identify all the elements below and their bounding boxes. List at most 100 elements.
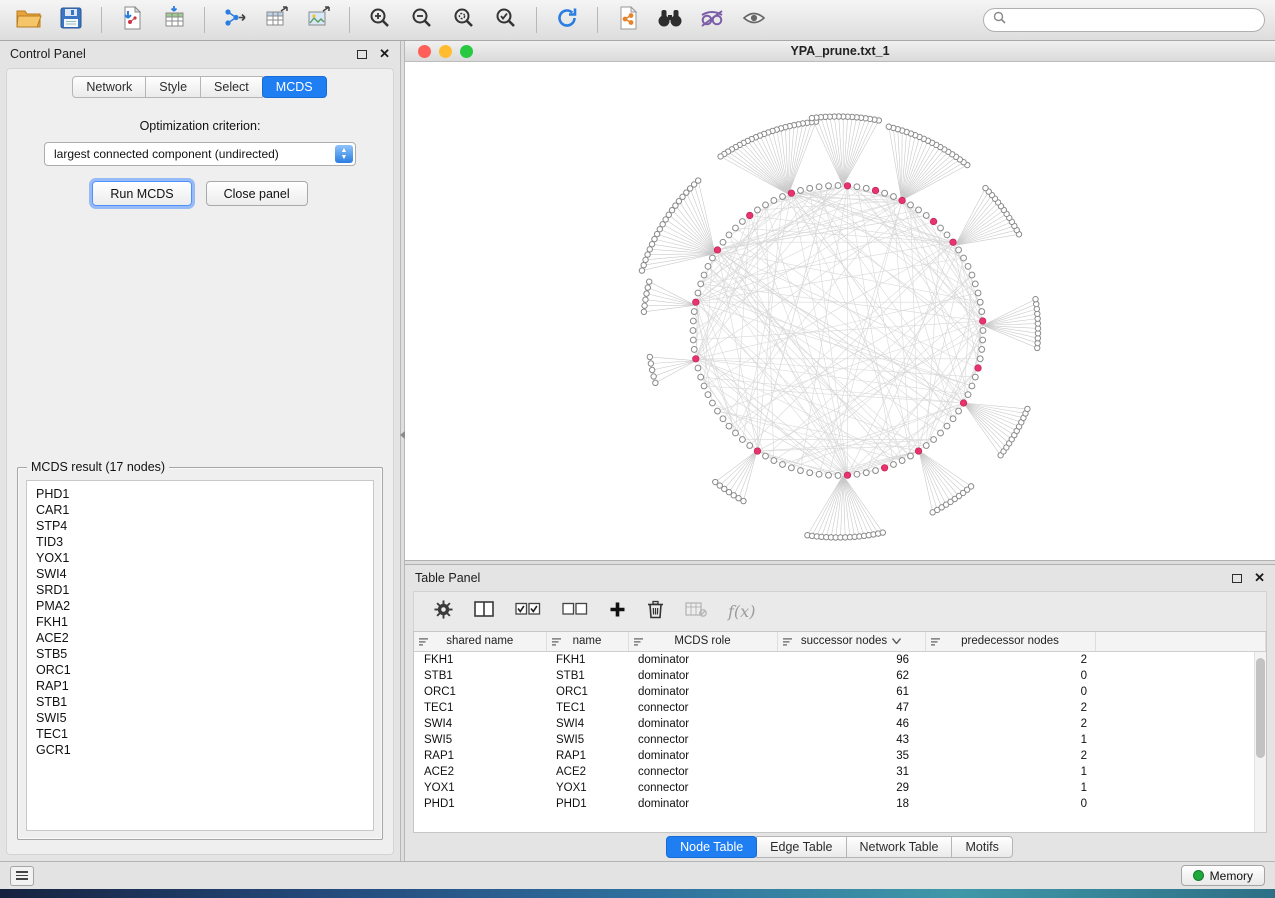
import-table-button[interactable]: [155, 4, 193, 36]
share-document-icon: [616, 6, 640, 35]
zoom-in-button[interactable]: [361, 4, 399, 36]
close-panel-icon[interactable]: ✕: [379, 49, 390, 59]
mcds-result-item[interactable]: GCR1: [36, 742, 364, 758]
open-session-button[interactable]: [10, 4, 48, 36]
table-panel-titlebar: Table Panel ✕: [405, 565, 1275, 591]
export-table-icon: [265, 6, 289, 35]
split-columns-icon[interactable]: [474, 601, 494, 622]
sort-icon: [634, 637, 644, 650]
sort-icon: [552, 637, 562, 650]
network-search-field[interactable]: [983, 8, 1265, 32]
splitter-collapse-icon[interactable]: [400, 431, 405, 439]
mcds-result-item[interactable]: PMA2: [36, 598, 364, 614]
export-image-button[interactable]: [300, 4, 338, 36]
mcds-result-item[interactable]: TEC1: [36, 726, 364, 742]
table-row[interactable]: ORC1ORC1dominator610: [414, 684, 1266, 700]
control-panel-titlebar: Control Panel ✕: [0, 41, 400, 67]
mcds-result-item[interactable]: SRD1: [36, 582, 364, 598]
column-header-successor-nodes[interactable]: successor nodes: [777, 632, 925, 651]
save-session-button[interactable]: [52, 4, 90, 36]
share-document-button[interactable]: [609, 4, 647, 36]
control-panel: Control Panel ✕ Network Style Select MCD…: [0, 41, 400, 861]
optimization-criterion-label: Optimization criterion:: [7, 119, 393, 133]
status-menu-button[interactable]: [10, 866, 34, 886]
show-details-button[interactable]: [735, 4, 773, 36]
tab-select[interactable]: Select: [200, 76, 263, 98]
network-canvas[interactable]: [405, 62, 1275, 560]
toolbar-separator: [536, 7, 537, 33]
export-network-button[interactable]: [216, 4, 254, 36]
table-row[interactable]: SWI4SWI4dominator462: [414, 716, 1266, 732]
tab-motifs[interactable]: Motifs: [951, 836, 1012, 858]
sort-desc-chevron-icon: [892, 635, 901, 647]
vertical-splitter[interactable]: [400, 41, 405, 861]
zoom-out-button[interactable]: [403, 4, 441, 36]
import-network-button[interactable]: [113, 4, 151, 36]
table-row[interactable]: PHD1PHD1dominator180: [414, 796, 1266, 812]
table-row[interactable]: FKH1FKH1dominator962: [414, 651, 1266, 668]
mcds-result-item[interactable]: ORC1: [36, 662, 364, 678]
minimize-window-light[interactable]: [439, 45, 452, 58]
criterion-dropdown[interactable]: largest connected component (undirected)…: [44, 142, 356, 166]
mcds-result-item[interactable]: FKH1: [36, 614, 364, 630]
table-panel: Table Panel ✕ f(x): [405, 565, 1275, 861]
run-mcds-button[interactable]: Run MCDS: [92, 181, 191, 206]
column-header-shared-name[interactable]: shared name: [414, 632, 546, 651]
mcds-result-item[interactable]: RAP1: [36, 678, 364, 694]
zoom-fit-button[interactable]: [445, 4, 483, 36]
refresh-view-button[interactable]: [548, 4, 586, 36]
main-toolbar: [0, 0, 1275, 41]
table-row[interactable]: ACE2ACE2connector311: [414, 764, 1266, 780]
mcds-result-item[interactable]: STB5: [36, 646, 364, 662]
table-row[interactable]: TEC1TEC1connector472: [414, 700, 1266, 716]
float-panel-icon[interactable]: [357, 50, 367, 59]
export-table-button[interactable]: [258, 4, 296, 36]
mcds-result-item[interactable]: STB1: [36, 694, 364, 710]
maximize-window-light[interactable]: [460, 45, 473, 58]
mcds-result-item[interactable]: SWI4: [36, 566, 364, 582]
open-folder-icon: [16, 7, 42, 34]
mcds-result-item[interactable]: STP4: [36, 518, 364, 534]
close-window-light[interactable]: [418, 45, 431, 58]
tab-network[interactable]: Network: [72, 76, 146, 98]
table-row[interactable]: YOX1YOX1connector291: [414, 780, 1266, 796]
table-row[interactable]: STB1STB1dominator620: [414, 668, 1266, 684]
memory-button[interactable]: Memory: [1181, 865, 1265, 886]
close-table-panel-icon[interactable]: ✕: [1254, 573, 1265, 583]
search-input[interactable]: [1011, 13, 1255, 27]
tab-style[interactable]: Style: [145, 76, 201, 98]
network-window-titlebar: YPA_prune.txt_1: [405, 41, 1275, 62]
mcds-result-list[interactable]: PHD1CAR1STP4TID3YOX1SWI4SRD1PMA2FKH1ACE2…: [26, 480, 374, 831]
column-header-name[interactable]: name: [546, 632, 628, 651]
select-all-checkboxes-icon[interactable]: [515, 602, 541, 621]
zoom-in-icon: [369, 7, 391, 34]
mcds-result-item[interactable]: CAR1: [36, 502, 364, 518]
binoculars-button[interactable]: [651, 4, 689, 36]
table-row[interactable]: RAP1RAP1dominator352: [414, 748, 1266, 764]
column-header-mcds-role[interactable]: MCDS role: [628, 632, 777, 651]
close-panel-button[interactable]: Close panel: [206, 181, 308, 206]
mcds-result-item[interactable]: PHD1: [36, 486, 364, 502]
table-row[interactable]: SWI5SWI5connector431: [414, 732, 1266, 748]
tab-edge-table[interactable]: Edge Table: [756, 836, 846, 858]
float-table-panel-icon[interactable]: [1232, 574, 1242, 583]
table-scrollbar[interactable]: [1254, 652, 1266, 832]
hide-details-button[interactable]: [693, 4, 731, 36]
column-header-predecessor-nodes[interactable]: predecessor nodes: [925, 632, 1095, 651]
mcds-result-item[interactable]: TID3: [36, 534, 364, 550]
column-header-filler: [1095, 632, 1266, 651]
deselect-all-checkboxes-icon[interactable]: [562, 602, 588, 621]
search-icon: [993, 11, 1006, 29]
mcds-result-item[interactable]: SWI5: [36, 710, 364, 726]
network-window-title: YPA_prune.txt_1: [790, 44, 889, 58]
scrollbar-thumb[interactable]: [1256, 658, 1265, 758]
tab-mcds[interactable]: MCDS: [262, 76, 327, 98]
delete-column-icon[interactable]: [647, 600, 664, 624]
add-column-icon[interactable]: [609, 601, 626, 623]
mcds-result-item[interactable]: ACE2: [36, 630, 364, 646]
gear-icon[interactable]: [434, 600, 453, 624]
tab-network-table[interactable]: Network Table: [846, 836, 953, 858]
mcds-result-item[interactable]: YOX1: [36, 550, 364, 566]
tab-node-table[interactable]: Node Table: [666, 836, 757, 858]
zoom-selected-button[interactable]: [487, 4, 525, 36]
